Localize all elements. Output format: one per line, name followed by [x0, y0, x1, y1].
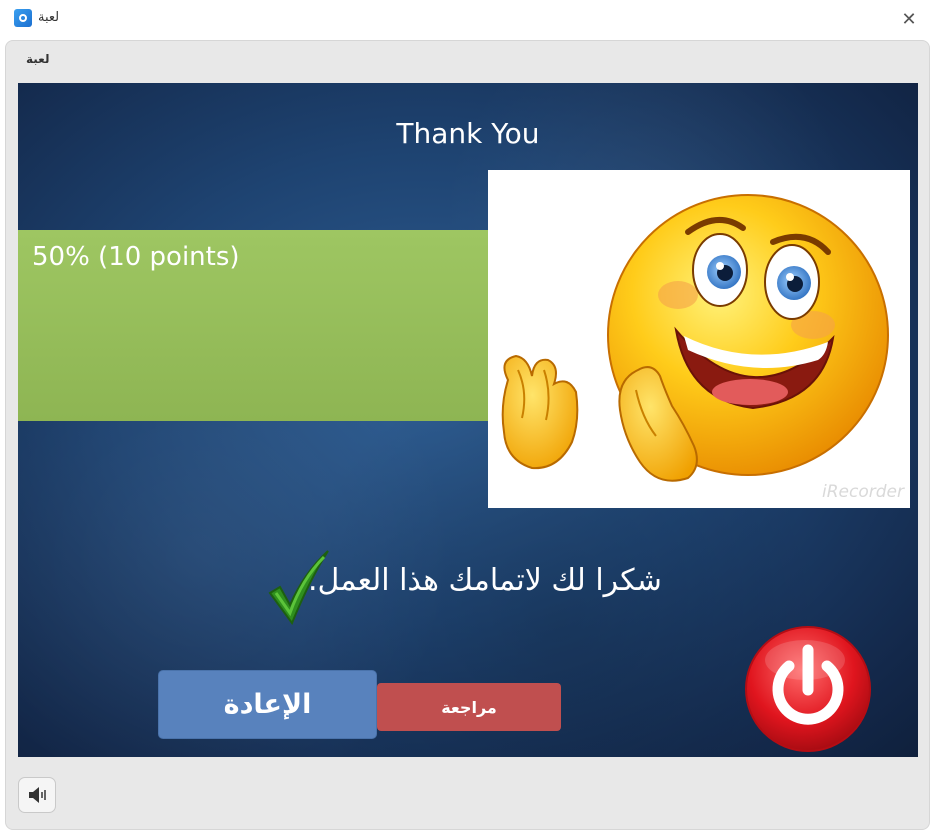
emoji-image: iRecorder — [488, 170, 910, 508]
power-icon[interactable] — [745, 626, 871, 752]
retry-button[interactable]: الإعادة — [158, 670, 377, 739]
slide-stage: Thank You 50% (10 points) iRecorder شكرا… — [18, 83, 918, 757]
slide-title: Thank You — [396, 117, 540, 150]
app-icon — [14, 9, 32, 27]
review-button[interactable]: مراجعة — [377, 683, 561, 731]
player-header-title: لعبة — [26, 52, 50, 66]
speaker-icon — [29, 787, 46, 803]
sound-button[interactable] — [18, 777, 56, 813]
score-text: 50% (10 points) — [32, 242, 240, 272]
image-watermark: iRecorder — [822, 482, 904, 502]
smiley-emoji-illustration — [501, 194, 889, 482]
window-titlebar: لعبة ✕ — [0, 0, 932, 38]
completion-message: شكرا لك لاتمامك هذا العمل. — [308, 563, 662, 598]
window-title: لعبة — [38, 10, 60, 25]
score-band: 50% (10 points) — [18, 230, 488, 421]
close-icon[interactable]: ✕ — [894, 4, 924, 34]
